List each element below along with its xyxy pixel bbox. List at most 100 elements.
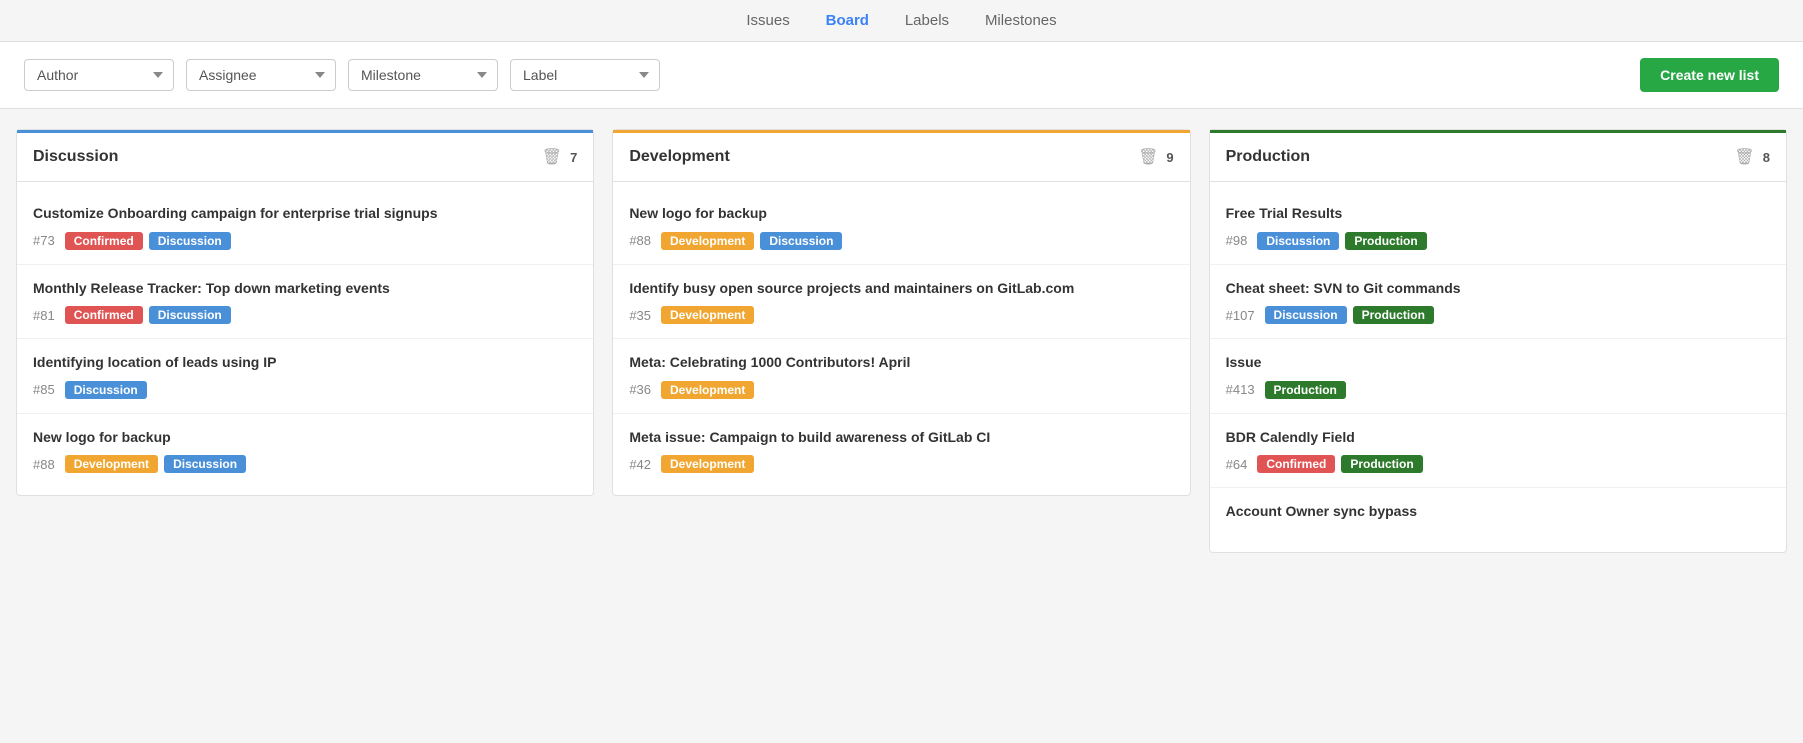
issue-number: #98: [1226, 233, 1248, 248]
column-count-development: 9: [1166, 150, 1173, 165]
label-badge[interactable]: Discussion: [65, 381, 147, 399]
issue-card[interactable]: Monthly Release Tracker: Top down market…: [17, 265, 593, 340]
issue-number: #36: [629, 382, 651, 397]
issue-number: #35: [629, 308, 651, 323]
column-count-discussion: 7: [570, 150, 577, 165]
label-badge[interactable]: Confirmed: [65, 306, 143, 324]
issue-title: Customize Onboarding campaign for enterp…: [33, 204, 577, 224]
label-badge[interactable]: Production: [1353, 306, 1434, 324]
issue-meta: #81 Confirmed Discussion: [33, 306, 577, 324]
column-title-discussion: Discussion: [33, 148, 542, 166]
label-badge[interactable]: Discussion: [1257, 232, 1339, 250]
label-badge[interactable]: Discussion: [164, 455, 246, 473]
label-badge[interactable]: Discussion: [149, 306, 231, 324]
milestone-filter[interactable]: Milestone: [348, 59, 498, 91]
trash-icon-discussion[interactable]: 🗑: [542, 147, 562, 167]
issue-title: New logo for backup: [33, 428, 577, 448]
issue-card[interactable]: Meta: Celebrating 1000 Contributors! Apr…: [613, 339, 1189, 414]
label-badge[interactable]: Production: [1341, 455, 1422, 473]
issue-meta: #42 Development: [629, 455, 1173, 473]
issue-number: #81: [33, 308, 55, 323]
issue-title: New logo for backup: [629, 204, 1173, 224]
issue-title: Free Trial Results: [1226, 204, 1770, 224]
issue-card[interactable]: Identifying location of leads using IP #8…: [17, 339, 593, 414]
issue-title: Identify busy open source projects and m…: [629, 279, 1173, 299]
issue-number: #88: [629, 233, 651, 248]
trash-icon-production[interactable]: 🗑: [1734, 147, 1754, 167]
column-header-production: Production🗑8: [1210, 130, 1786, 182]
label-badge[interactable]: Discussion: [1265, 306, 1347, 324]
nav-board[interactable]: Board: [826, 12, 869, 29]
issue-meta: #413 Production: [1226, 381, 1770, 399]
issue-number: #413: [1226, 382, 1255, 397]
issue-number: #42: [629, 457, 651, 472]
column-title-development: Development: [629, 148, 1138, 166]
column-development: Development🗑9New logo for backup#88Devel…: [612, 129, 1190, 496]
issue-title: BDR Calendly Field: [1226, 428, 1770, 448]
nav-issues[interactable]: Issues: [746, 12, 789, 29]
label-badge[interactable]: Development: [661, 455, 754, 473]
issue-number: #64: [1226, 457, 1248, 472]
column-actions-development: 🗑9: [1138, 147, 1174, 167]
issue-meta: #36 Development: [629, 381, 1173, 399]
issue-card[interactable]: Meta issue: Campaign to build awareness …: [613, 414, 1189, 488]
column-body-discussion: Customize Onboarding campaign for enterp…: [17, 182, 593, 495]
column-body-production: Free Trial Results #98 Discussion Productio…: [1210, 182, 1786, 552]
issue-card[interactable]: New logo for backup #88 Development Discuss…: [613, 190, 1189, 265]
column-title-production: Production: [1226, 148, 1735, 166]
create-new-list-button[interactable]: Create new list: [1640, 58, 1779, 92]
label-filter[interactable]: Label: [510, 59, 660, 91]
top-nav: Issues Board Labels Milestones: [0, 0, 1803, 42]
author-filter[interactable]: Author: [24, 59, 174, 91]
issue-title: Meta: Celebrating 1000 Contributors! Apr…: [629, 353, 1173, 373]
issue-number: #88: [33, 457, 55, 472]
column-body-development: New logo for backup #88 Development Discuss…: [613, 182, 1189, 495]
column-production: Production🗑8Free Trial Results#98Discuss…: [1209, 129, 1787, 553]
label-badge[interactable]: Confirmed: [65, 232, 143, 250]
issue-meta: #88 Development Discussion: [33, 455, 577, 473]
label-badge[interactable]: Development: [661, 381, 754, 399]
label-badge[interactable]: Production: [1345, 232, 1426, 250]
issue-card[interactable]: Free Trial Results #98 Discussion Productio…: [1210, 190, 1786, 265]
issue-number: #107: [1226, 308, 1255, 323]
label-badge[interactable]: Discussion: [149, 232, 231, 250]
issue-title: Monthly Release Tracker: Top down market…: [33, 279, 577, 299]
label-badge[interactable]: Development: [65, 455, 158, 473]
column-actions-discussion: 🗑7: [542, 147, 578, 167]
column-header-discussion: Discussion🗑7: [17, 130, 593, 182]
issue-meta: #73 Confirmed Discussion: [33, 232, 577, 250]
column-actions-production: 🗑8: [1734, 147, 1770, 167]
issue-meta: #64 Confirmed Production: [1226, 455, 1770, 473]
issue-card[interactable]: Cheat sheet: SVN to Git commands #107 Disc…: [1210, 265, 1786, 340]
label-badge[interactable]: Development: [661, 232, 754, 250]
nav-milestones[interactable]: Milestones: [985, 12, 1057, 29]
issue-meta: #98 Discussion Production: [1226, 232, 1770, 250]
label-badge[interactable]: Confirmed: [1257, 455, 1335, 473]
issue-meta: #107 Discussion Production: [1226, 306, 1770, 324]
issue-card[interactable]: BDR Calendly Field #64 Confirmed Production: [1210, 414, 1786, 489]
column-header-development: Development🗑9: [613, 130, 1189, 182]
issue-title: Issue: [1226, 353, 1770, 373]
issue-meta: #35 Development: [629, 306, 1173, 324]
filter-bar: Author Assignee Milestone Label Create n…: [0, 42, 1803, 109]
trash-icon-development[interactable]: 🗑: [1138, 147, 1158, 167]
issue-card[interactable]: Account Owner sync bypass: [1210, 488, 1786, 544]
label-badge[interactable]: Production: [1265, 381, 1346, 399]
nav-labels[interactable]: Labels: [905, 12, 949, 29]
issue-title: Identifying location of leads using IP: [33, 353, 577, 373]
issue-title: Cheat sheet: SVN to Git commands: [1226, 279, 1770, 299]
label-badge[interactable]: Discussion: [760, 232, 842, 250]
label-badge[interactable]: Development: [661, 306, 754, 324]
issue-number: #85: [33, 382, 55, 397]
column-discussion: Discussion🗑7Customize Onboarding campaig…: [16, 129, 594, 496]
issue-card[interactable]: Customize Onboarding campaign for enterp…: [17, 190, 593, 265]
issue-title: Account Owner sync bypass: [1226, 502, 1770, 522]
issue-number: #73: [33, 233, 55, 248]
issue-meta: #85 Discussion: [33, 381, 577, 399]
assignee-filter[interactable]: Assignee: [186, 59, 336, 91]
issue-meta: #88 Development Discussion: [629, 232, 1173, 250]
issue-card[interactable]: New logo for backup #88 Development Discuss…: [17, 414, 593, 488]
issue-card[interactable]: Issue #413 Production: [1210, 339, 1786, 414]
issue-card[interactable]: Identify busy open source projects and m…: [613, 265, 1189, 340]
board: Discussion🗑7Customize Onboarding campaig…: [0, 109, 1803, 732]
